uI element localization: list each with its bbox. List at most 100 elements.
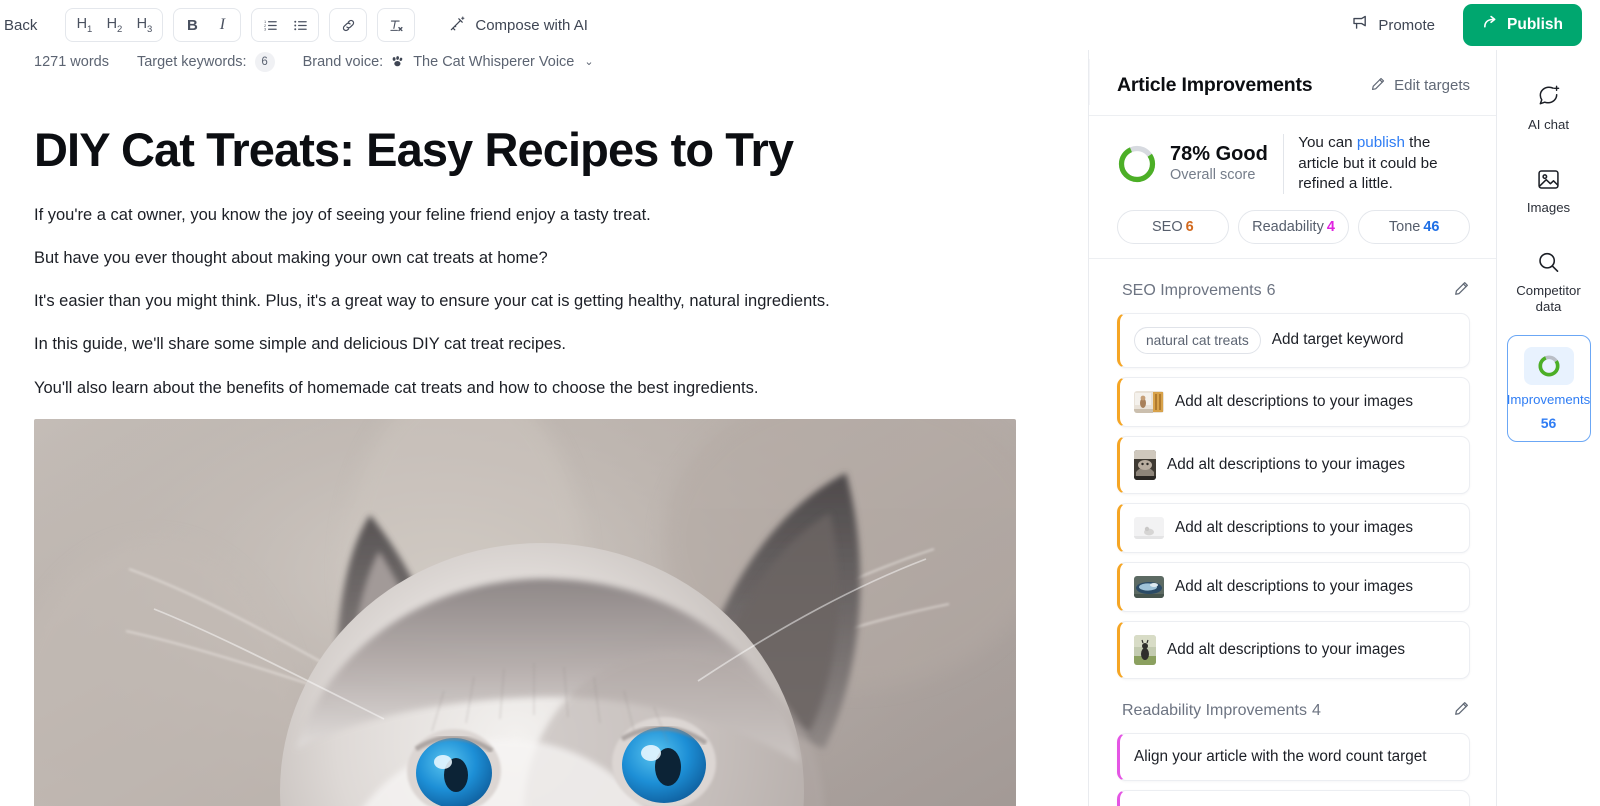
rail-item-label: Improvements bbox=[1506, 392, 1591, 408]
link-button-group bbox=[329, 8, 368, 42]
pill-tone-value: 46 bbox=[1423, 218, 1440, 235]
image-thumbnail bbox=[1134, 575, 1164, 598]
rail-item-competitor-data[interactable]: Competitor data bbox=[1507, 236, 1591, 326]
word-count: 1271 words bbox=[34, 54, 109, 70]
improvement-card-alt-description-5[interactable]: Add alt descriptions to your images bbox=[1117, 620, 1470, 679]
rail-item-images[interactable]: Images bbox=[1507, 153, 1591, 227]
brand-voice-label: Brand voice: bbox=[302, 53, 384, 70]
pill-readability[interactable]: Readability 4 bbox=[1237, 209, 1350, 244]
right-rail: AI chat Images Competitor data Improveme… bbox=[1496, 50, 1600, 806]
italic-button[interactable]: I bbox=[208, 12, 236, 38]
article-hero-image[interactable] bbox=[34, 418, 1016, 806]
readability-section-title: Readability Improvements bbox=[1122, 701, 1307, 719]
seo-section-header: SEO Improvements 6 bbox=[1089, 259, 1496, 313]
clear-formatting-icon[interactable] bbox=[382, 12, 410, 38]
score-message: You can publish the article but it could… bbox=[1298, 133, 1470, 195]
magic-wand-icon bbox=[449, 15, 466, 36]
seo-section-edit-button[interactable] bbox=[1453, 280, 1470, 302]
improvement-card-text: Add alt descriptions to your images bbox=[1167, 640, 1406, 658]
target-keywords-label: Target keywords: bbox=[136, 53, 247, 70]
improvement-card-text: Add target keyword bbox=[1271, 331, 1404, 349]
paragraph-5: You'll also learn about the benefits of … bbox=[34, 378, 759, 397]
score-message-prefix: You can bbox=[1298, 134, 1357, 151]
publish-link[interactable]: publish bbox=[1357, 134, 1405, 151]
promote-button[interactable]: Promote bbox=[1341, 7, 1445, 43]
overall-score-value: 78% Good bbox=[1170, 143, 1268, 166]
ordered-list-icon[interactable]: 1 2 3 bbox=[256, 12, 284, 38]
promote-label: Promote bbox=[1378, 16, 1436, 34]
bullet-list-icon[interactable] bbox=[286, 12, 314, 38]
overall-score-block: 78% Good Overall score You can publish t… bbox=[1089, 116, 1496, 259]
readability-section-header: Readability Improvements 4 bbox=[1089, 679, 1496, 733]
readability-section-count: 4 bbox=[1311, 701, 1321, 719]
chevron-down-icon: ⌄ bbox=[584, 56, 594, 68]
improvements-list[interactable]: SEO Improvements6 natural cat treats Ad bbox=[1089, 259, 1496, 806]
pill-seo-label: SEO bbox=[1151, 218, 1183, 235]
rail-item-label: AI chat bbox=[1527, 117, 1570, 132]
paragraph-1: If you're a cat owner, you know the joy … bbox=[34, 205, 651, 224]
overall-score-label: Overall score bbox=[1170, 167, 1256, 184]
improvement-card-word-count-target[interactable]: Align your article with the word count t… bbox=[1117, 732, 1470, 781]
readability-improvement-cards: Align your article with the word count t… bbox=[1089, 732, 1496, 806]
improvement-card-add-target-keyword[interactable]: natural cat treats Add target keyword bbox=[1117, 312, 1470, 368]
pill-seo[interactable]: SEO 6 bbox=[1117, 209, 1229, 244]
megaphone-icon bbox=[1351, 14, 1369, 36]
paragraph-2: But have you ever thought about making y… bbox=[34, 248, 548, 267]
document-content[interactable]: DIY Cat Treats: Easy Recipes to Try If y… bbox=[0, 72, 1088, 806]
heading-2-button[interactable]: H2 bbox=[100, 12, 128, 38]
target-keywords[interactable]: Target keywords: 6 bbox=[136, 51, 275, 72]
improvement-card-text: Align your article with the word count t… bbox=[1134, 747, 1427, 765]
improvement-card-alt-description-1[interactable]: Add alt descriptions to your images bbox=[1117, 376, 1470, 427]
publish-button[interactable]: Publish bbox=[1463, 4, 1582, 46]
pill-readability-label: Readability bbox=[1252, 218, 1324, 235]
improvement-card-text: Add alt descriptions to your images bbox=[1175, 518, 1414, 536]
arrow-share-icon bbox=[1482, 14, 1499, 36]
panel-header: Article Improvements Edit targets bbox=[1089, 50, 1496, 116]
paragraph-4: In this guide, we'll share some simple a… bbox=[34, 335, 567, 354]
seo-improvement-cards: natural cat treats Add target keyword Ad… bbox=[1089, 312, 1496, 679]
cat-photo-illustration bbox=[34, 418, 1016, 806]
improvement-card-alt-description-2[interactable]: Add alt descriptions to your images bbox=[1117, 435, 1470, 494]
svg-text:3: 3 bbox=[264, 26, 267, 31]
improvement-card-text: Add alt descriptions to your images bbox=[1167, 455, 1406, 473]
editor-body: 1271 words Target keywords: 6 Brand voic… bbox=[0, 50, 1600, 806]
compose-with-ai-label: Compose with AI bbox=[475, 16, 588, 34]
page-title: DIY Cat Treats: Easy Recipes to Try bbox=[34, 123, 794, 176]
cat-paw-icon bbox=[391, 55, 405, 68]
link-icon[interactable] bbox=[334, 12, 362, 38]
collapse-panel-button[interactable]: » bbox=[1089, 59, 1090, 105]
bold-button[interactable]: B bbox=[178, 12, 206, 38]
heading-3-button[interactable]: H3 bbox=[130, 12, 158, 38]
rail-item-improvements[interactable]: Improvements 56 bbox=[1506, 335, 1591, 443]
article-improvements-panel: » Article Improvements Edit targets bbox=[1088, 50, 1496, 806]
compose-with-ai-button[interactable]: Compose with AI bbox=[441, 9, 596, 42]
overall-score-donut bbox=[1118, 145, 1156, 182]
readability-section-edit-button[interactable] bbox=[1453, 700, 1470, 722]
publish-label: Publish bbox=[1507, 16, 1563, 33]
rail-item-ai-chat[interactable]: AI chat bbox=[1507, 70, 1591, 144]
formatting-toolbar-groups: H1 H2 H3 B I 1 2 3 bbox=[65, 8, 416, 42]
search-icon bbox=[1536, 248, 1561, 276]
improvement-card-partial[interactable] bbox=[1117, 789, 1470, 806]
brand-voice-selector[interactable]: Brand voice: The Cat Whisperer Voice ⌄ bbox=[303, 54, 594, 70]
donut-icon bbox=[1523, 347, 1574, 386]
improvement-card-text: Add alt descriptions to your images bbox=[1175, 392, 1414, 410]
image-thumbnail bbox=[1134, 449, 1156, 480]
heading-1-button[interactable]: H1 bbox=[70, 12, 98, 38]
list-button-group: 1 2 3 bbox=[251, 8, 320, 42]
improvement-card-alt-description-3[interactable]: Add alt descriptions to your images bbox=[1117, 502, 1470, 553]
pencil-icon bbox=[1453, 700, 1470, 722]
word-count-label: 1271 words bbox=[34, 53, 109, 70]
target-keyword-chip: natural cat treats bbox=[1134, 326, 1261, 354]
heading-button-group: H1 H2 H3 bbox=[65, 8, 164, 42]
image-thumbnail bbox=[1134, 390, 1164, 413]
paragraph-3: It's easier than you might think. Plus, … bbox=[34, 292, 830, 311]
document-editor[interactable]: 1271 words Target keywords: 6 Brand voic… bbox=[0, 50, 1088, 806]
panel-title: Article Improvements bbox=[1117, 74, 1313, 96]
pill-tone[interactable]: Tone 46 bbox=[1358, 209, 1471, 244]
editor-toolbar: Back H1 H2 H3 B I 1 2 3 Compose with AI … bbox=[0, 0, 1600, 50]
improvement-card-alt-description-4[interactable]: Add alt descriptions to your images bbox=[1117, 561, 1470, 612]
back-button[interactable]: Back bbox=[0, 11, 47, 40]
score-pills: SEO 6 Readability 4 Tone 46 bbox=[1117, 209, 1471, 244]
edit-targets-button[interactable]: Edit targets bbox=[1370, 76, 1470, 96]
